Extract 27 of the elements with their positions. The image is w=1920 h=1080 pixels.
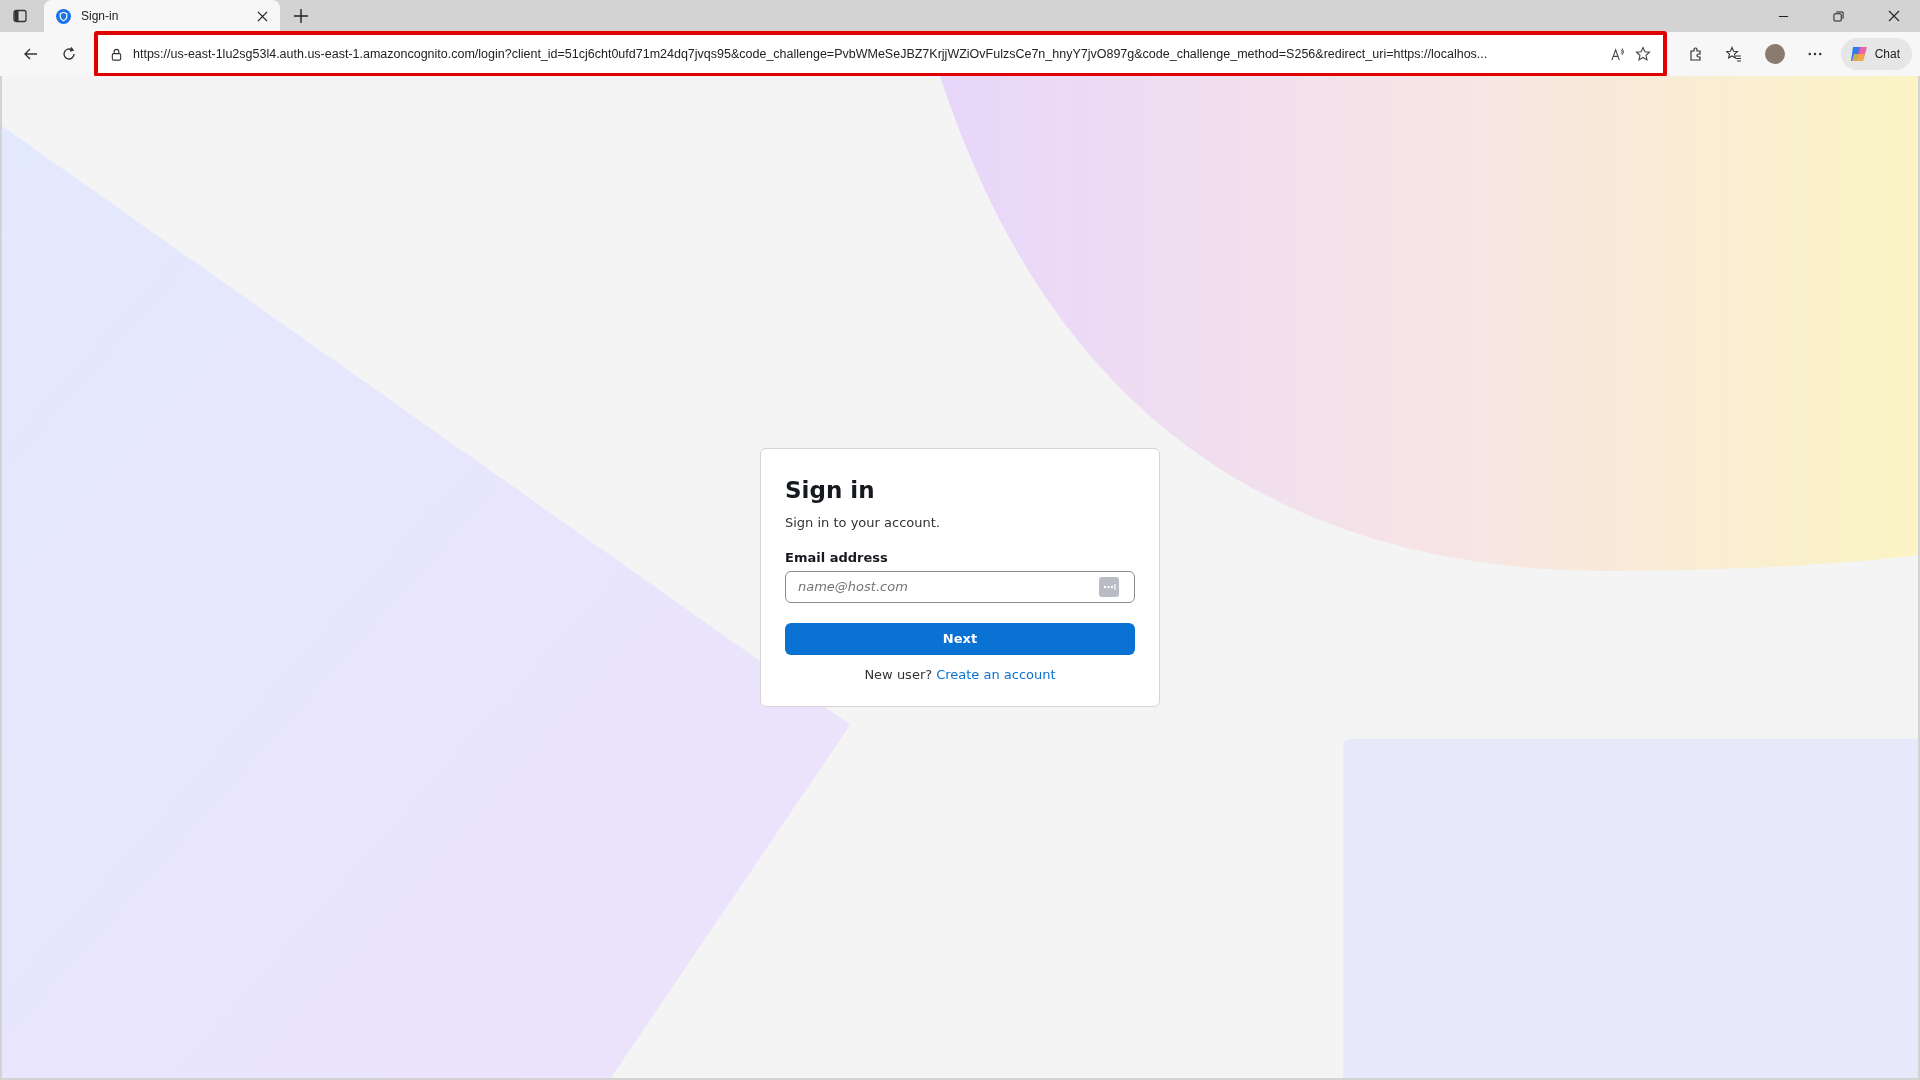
new-user-prompt: New user? [864, 666, 933, 682]
next-button[interactable]: Next [785, 622, 1135, 655]
star-icon[interactable] [1634, 46, 1651, 62]
shield-favicon-icon [56, 8, 71, 24]
close-window-icon[interactable] [1888, 10, 1900, 22]
address-bar[interactable] [94, 31, 1667, 77]
restore-icon[interactable] [1833, 10, 1844, 22]
close-tab-icon[interactable] [257, 10, 268, 22]
card-subtitle: Sign in to your account. [785, 514, 941, 530]
back-arrow-icon[interactable] [23, 46, 39, 62]
read-aloud-icon[interactable] [1609, 46, 1625, 62]
new-tab-icon[interactable] [294, 9, 308, 23]
puzzle-piece-icon[interactable] [1687, 46, 1704, 62]
lock-icon[interactable] [110, 47, 123, 61]
favorites-icon[interactable] [1725, 46, 1742, 62]
profile-avatar[interactable] [1764, 44, 1785, 64]
create-account-link[interactable]: Create an account [936, 666, 1056, 682]
browser-tab[interactable]: Sign-in [44, 0, 280, 32]
email-input-field[interactable]: name@host.com [785, 570, 1135, 603]
more-options-icon[interactable] [1807, 52, 1822, 56]
card-title: Sign in [785, 476, 876, 503]
email-label: Email address [785, 549, 889, 565]
url-text: https://us-east-1lu2sg53l4.auth.us-east-1.amazoncognito.com/login?client_id=51cj6cht0ufd71m24dq7jvqs95&code_challenge=PvbWMeSeJBZ7KrjjWZiOvFulzsCe7n_hnyY7jvO897g&code_challenge_method=S256&redirect_uri=https://localhos... [133, 47, 1489, 61]
chat-button[interactable]: Chat [1840, 38, 1912, 70]
copilot-icon [1848, 44, 1869, 64]
refresh-icon[interactable] [61, 46, 77, 62]
sidebar-toggle-icon[interactable] [12, 8, 28, 24]
